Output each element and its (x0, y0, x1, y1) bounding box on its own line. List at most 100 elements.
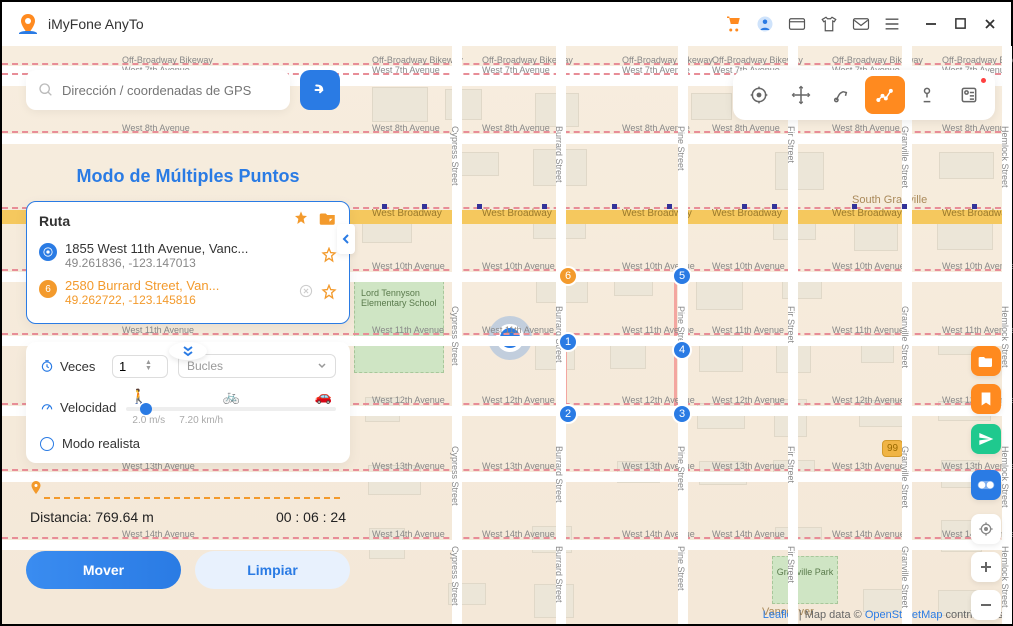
app-title: iMyFone AnyTo (48, 16, 144, 32)
star-icon[interactable] (321, 284, 337, 305)
send-fab[interactable] (971, 424, 1001, 454)
remove-stop-icon[interactable] (299, 284, 313, 303)
road-label: Cypress Street (450, 546, 460, 606)
bookmark-fab[interactable] (971, 384, 1001, 414)
route-label: Ruta (39, 213, 70, 229)
wallet-icon[interactable] (788, 16, 806, 32)
shirt-icon[interactable] (820, 15, 838, 33)
map-mode-toolbar (733, 70, 995, 120)
road-label: West 14th Avenue (482, 529, 555, 539)
clear-button[interactable]: Limpiar (195, 551, 350, 589)
realistic-mode-row: Modo realista (40, 436, 336, 451)
car-icon[interactable]: 🚗 (315, 388, 332, 405)
search-go-button[interactable] (300, 70, 340, 110)
folder-fab[interactable] (971, 346, 1001, 376)
chevron-down-icon (317, 361, 327, 371)
road-label: Hemlock Street (1000, 446, 1010, 508)
close-icon[interactable] (983, 17, 997, 31)
road-label: Pine Street (676, 546, 686, 591)
road-label: Hemlock Street (1000, 126, 1010, 188)
titlebar-icons (724, 15, 997, 33)
waypoint-marker[interactable]: 1 (558, 332, 578, 352)
titlebar: iMyFone AnyTo (2, 2, 1011, 46)
collapse-arrow[interactable] (337, 224, 355, 254)
start-pin-icon (39, 243, 57, 261)
road-label: Off-Broadway Bikeway (622, 55, 713, 65)
road-label: West 12th Avenue (712, 395, 785, 405)
mail-icon[interactable] (852, 17, 870, 31)
move-button[interactable]: Mover (26, 551, 181, 589)
road-label: Off-Broadway Bikeway (122, 55, 213, 65)
loop-select[interactable]: Bucles (178, 354, 336, 378)
road-label: West 10th Avenue (372, 261, 445, 271)
realistic-label: Modo realista (62, 436, 140, 451)
road-label: West Broadway (832, 208, 902, 219)
minimize-icon[interactable] (924, 17, 938, 31)
route-card: Ruta 1855 West 11th Avenue, Vanc... 49.2… (26, 201, 350, 324)
road-label: West 8th Avenue (122, 123, 190, 133)
cooldown-fab[interactable] (971, 470, 1001, 500)
road-label: West 8th Avenue (712, 123, 780, 133)
waypoint-marker[interactable]: 4 (672, 340, 692, 360)
road-label: Cypress Street (450, 306, 460, 366)
user-icon[interactable] (756, 15, 774, 33)
speed-slider[interactable] (126, 407, 336, 411)
mode-jump[interactable] (907, 76, 947, 114)
road-label: West 12th Avenue (482, 395, 555, 405)
mode-gpx[interactable] (949, 76, 989, 114)
search-input[interactable] (62, 83, 278, 98)
road-label: West 11th Avenue (482, 325, 554, 335)
panel-title: Modo de Múltiples Puntos (26, 166, 350, 187)
road-label: Granville Street (900, 306, 910, 368)
road-label: West 12th Avenue (832, 395, 905, 405)
waypoint-marker[interactable]: 3 (672, 404, 692, 424)
route-stop[interactable]: 1855 West 11th Avenue, Vanc... 49.261836… (39, 237, 337, 274)
road-label: Fir Street (786, 126, 796, 163)
road-label: Pine Street (676, 126, 686, 171)
folder-icon[interactable] (319, 210, 337, 231)
road-label: West Broadway (712, 208, 782, 219)
settings-card: Veces ▲▼ Bucles Velocidad 🚶 🚲 🚗 2.0 m/s7… (26, 342, 350, 463)
map-attribution: Leaflet | Map data © OpenStreetMap contr… (763, 609, 1003, 621)
route-stop[interactable]: 6 2580 Burrard Street, Van... 49.262722,… (39, 274, 337, 311)
mode-twospot[interactable] (823, 76, 863, 114)
speed-label: Velocidad (40, 400, 116, 415)
slider-thumb[interactable] (140, 403, 152, 415)
road-label: Hemlock Street (1000, 546, 1010, 608)
road-label: West 13th Avenue (712, 461, 785, 471)
waypoint-marker[interactable]: 5 (672, 266, 692, 286)
road-label: Granville Street (900, 126, 910, 188)
menu-icon[interactable] (884, 17, 900, 31)
recenter-button[interactable] (971, 514, 1001, 544)
times-input[interactable]: ▲▼ (112, 355, 168, 378)
road-label: West 14th Avenue (832, 529, 905, 539)
favorites-icon[interactable] (293, 210, 309, 231)
cart-icon[interactable] (724, 15, 742, 33)
expand-stops-button[interactable] (169, 342, 207, 360)
maximize-icon[interactable] (954, 17, 967, 30)
zoom-out-button[interactable] (971, 590, 1001, 620)
road-label: Pine Street (676, 446, 686, 491)
go-icon (311, 81, 329, 99)
road-label: West 8th Avenue (482, 123, 550, 133)
mode-joystick[interactable] (781, 76, 821, 114)
road-label: Fir Street (786, 546, 796, 583)
mode-teleport[interactable] (739, 76, 779, 114)
mode-multispot[interactable] (865, 76, 905, 114)
road-label: Burrard Street (554, 126, 564, 183)
road-label: Off-Broadway Bikeway (372, 55, 463, 65)
float-tools-toggle (971, 470, 1001, 500)
waypoint-marker[interactable]: 2 (558, 404, 578, 424)
road-label: West 10th Avenue (482, 261, 555, 271)
bike-icon[interactable]: 🚲 (222, 388, 239, 405)
road-label: Fir Street (786, 446, 796, 483)
float-tools-mid (971, 424, 1001, 454)
road-label: West 8th Avenue (372, 123, 440, 133)
realistic-toggle[interactable] (40, 437, 54, 451)
waypoint-marker[interactable]: 6 (558, 266, 578, 286)
zoom-in-button[interactable] (971, 552, 1001, 582)
search-icon (38, 82, 54, 98)
road-label: Burrard Street (554, 546, 564, 603)
road-label: Fir Street (786, 306, 796, 343)
star-icon[interactable] (321, 247, 337, 268)
